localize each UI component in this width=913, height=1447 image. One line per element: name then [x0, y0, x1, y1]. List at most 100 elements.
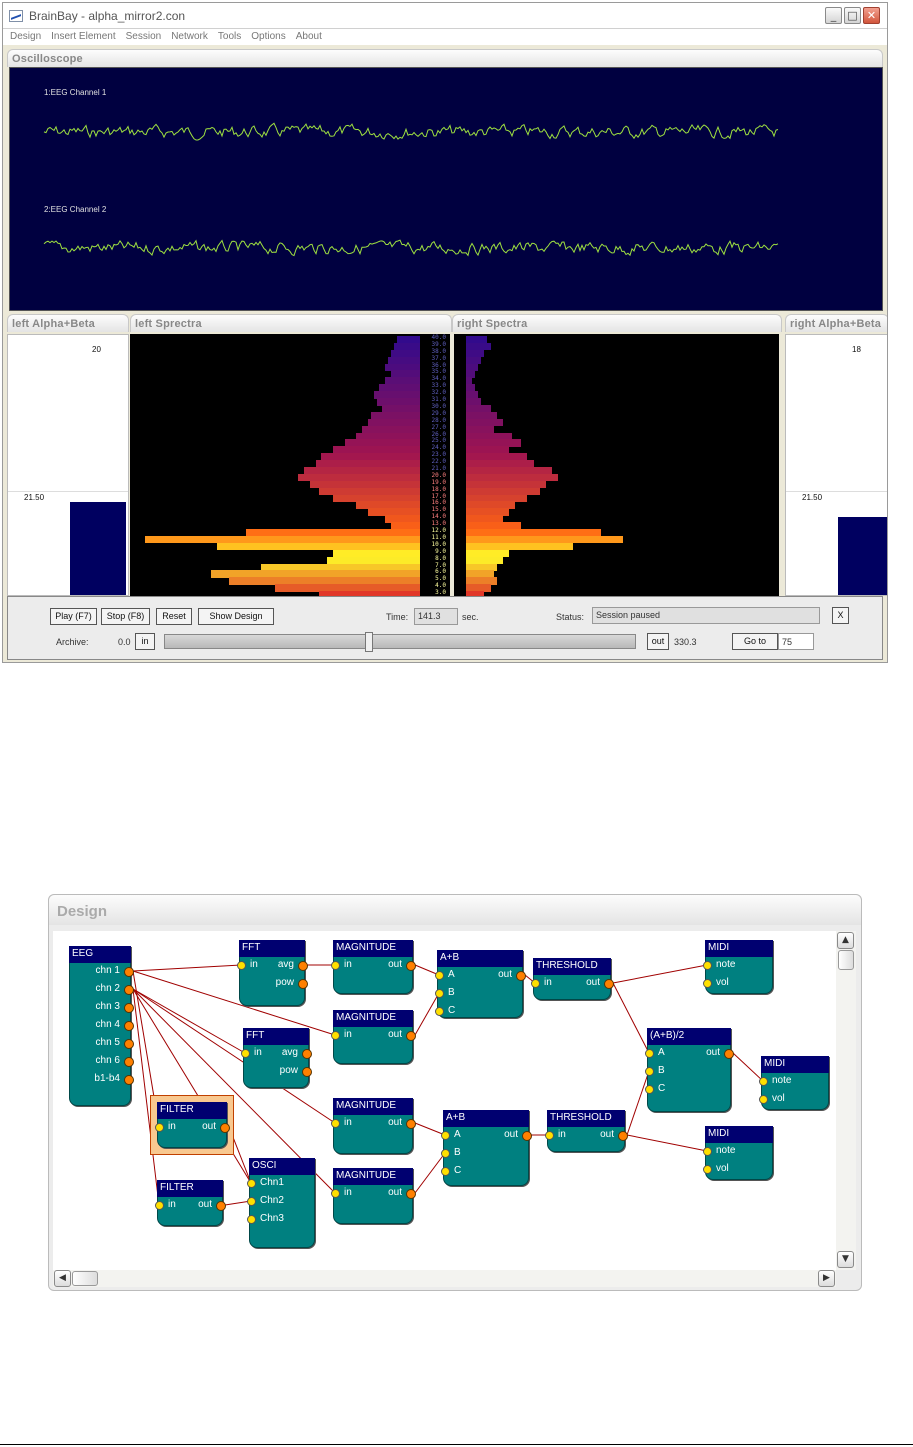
- output-port-icon[interactable]: [124, 985, 134, 995]
- horizontal-scroll-thumb[interactable]: [72, 1271, 98, 1286]
- output-port-icon[interactable]: [124, 1075, 134, 1085]
- node-mag4[interactable]: MAGNITUDE in out: [331, 1168, 416, 1224]
- input-port-icon[interactable]: [531, 979, 540, 988]
- output-port-icon[interactable]: [220, 1123, 230, 1133]
- input-port-icon[interactable]: [645, 1067, 654, 1076]
- scroll-right-button[interactable]: ▶: [818, 1270, 835, 1287]
- node-midi3[interactable]: MIDI note vol: [703, 1126, 773, 1180]
- input-port-icon[interactable]: [435, 989, 444, 998]
- node-midi2[interactable]: MIDI note vol: [759, 1056, 829, 1110]
- node-mag3[interactable]: MAGNITUDE in out: [331, 1098, 416, 1154]
- node-filter1[interactable]: FILTER in out: [155, 1102, 230, 1148]
- menu-about[interactable]: About: [296, 29, 322, 45]
- node-mag1[interactable]: MAGNITUDE in out: [331, 940, 416, 994]
- output-port-icon[interactable]: [724, 1049, 734, 1059]
- archive-out-button[interactable]: out: [647, 633, 669, 650]
- node-filter2[interactable]: FILTER in out: [155, 1180, 226, 1226]
- left-spectra-title: left Sprectra: [130, 314, 452, 332]
- menu-tools[interactable]: Tools: [218, 29, 241, 45]
- horizontal-scrollbar[interactable]: ◀ ▶: [53, 1270, 836, 1287]
- menu-session[interactable]: Session: [126, 29, 162, 45]
- status-close-button[interactable]: X: [832, 607, 849, 624]
- input-port-icon[interactable]: [645, 1085, 654, 1094]
- output-port-icon[interactable]: [406, 1189, 416, 1199]
- output-port-icon[interactable]: [618, 1131, 628, 1141]
- scroll-up-button[interactable]: ▲: [837, 932, 854, 949]
- input-port-icon[interactable]: [441, 1167, 450, 1176]
- node-sum1[interactable]: A+B A B Cout: [435, 950, 526, 1018]
- show-design-button[interactable]: Show Design: [198, 608, 274, 625]
- output-port-icon[interactable]: [298, 979, 308, 989]
- input-port-icon[interactable]: [441, 1149, 450, 1158]
- node-mag2[interactable]: MAGNITUDE in out: [331, 1010, 416, 1064]
- node-fft2[interactable]: FFT in avg pow: [241, 1028, 312, 1088]
- output-port-icon[interactable]: [298, 961, 308, 971]
- input-port-icon[interactable]: [331, 1031, 340, 1040]
- archive-slider[interactable]: [164, 632, 636, 652]
- menu-options[interactable]: Options: [251, 29, 285, 45]
- menu-insert-element[interactable]: Insert Element: [51, 29, 115, 45]
- design-canvas[interactable]: EEG chn 1 chn 2 chn 3 chn 4 chn 5 chn 6 b1-b4 FF…: [53, 931, 836, 1270]
- maximize-button[interactable]: □: [844, 7, 861, 24]
- output-port-icon[interactable]: [406, 1031, 416, 1041]
- output-port-icon[interactable]: [406, 961, 416, 971]
- close-button[interactable]: ✕: [863, 7, 880, 24]
- node-thr1[interactable]: THRESHOLD in out: [531, 958, 614, 1000]
- input-port-icon[interactable]: [331, 1119, 340, 1128]
- output-port-icon[interactable]: [124, 1003, 134, 1013]
- node-osci[interactable]: OSCI Chn1 Chn2 Chn3: [247, 1158, 315, 1248]
- stop-button[interactable]: Stop (F8): [101, 608, 150, 625]
- input-port-icon[interactable]: [435, 971, 444, 980]
- output-port-icon[interactable]: [604, 979, 614, 989]
- input-port-icon[interactable]: [703, 1165, 712, 1174]
- output-port-icon[interactable]: [302, 1049, 312, 1059]
- node-midi1[interactable]: MIDI note vol: [703, 940, 773, 994]
- input-port-icon[interactable]: [237, 961, 246, 970]
- input-port-icon[interactable]: [441, 1131, 450, 1140]
- output-port-icon[interactable]: [124, 1039, 134, 1049]
- node-fft1[interactable]: FFT in avg pow: [237, 940, 308, 1006]
- output-port-icon[interactable]: [124, 1057, 134, 1067]
- scroll-left-button[interactable]: ◀: [54, 1270, 71, 1287]
- output-port-icon[interactable]: [406, 1119, 416, 1129]
- archive-in-button[interactable]: in: [135, 633, 155, 650]
- vertical-scroll-thumb[interactable]: [838, 950, 854, 970]
- input-port-icon[interactable]: [645, 1049, 654, 1058]
- input-port-icon[interactable]: [155, 1123, 164, 1132]
- input-port-icon[interactable]: [759, 1095, 768, 1104]
- node-avg[interactable]: (A+B)/2 A B Cout: [645, 1028, 734, 1112]
- input-port-icon[interactable]: [331, 1189, 340, 1198]
- output-port-icon[interactable]: [124, 1021, 134, 1031]
- input-port-icon[interactable]: [247, 1197, 256, 1206]
- input-port-icon[interactable]: [759, 1077, 768, 1086]
- minimize-button[interactable]: _: [825, 7, 842, 24]
- input-port-icon[interactable]: [247, 1179, 256, 1188]
- archive-slider-thumb[interactable]: [364, 632, 373, 652]
- input-port-icon[interactable]: [703, 1147, 712, 1156]
- input-port-icon[interactable]: [435, 1007, 444, 1016]
- output-port-icon[interactable]: [302, 1067, 312, 1077]
- output-port-icon[interactable]: [516, 971, 526, 981]
- menu-network[interactable]: Network: [171, 29, 208, 45]
- node-eeg[interactable]: EEG chn 1 chn 2 chn 3 chn 4 chn 5 chn 6 b1-b4: [69, 946, 134, 1106]
- play-button[interactable]: Play (F7): [50, 608, 97, 625]
- input-port-icon[interactable]: [703, 961, 712, 970]
- goto-button[interactable]: Go to: [732, 633, 778, 650]
- eeg-trace-channel-1: [43, 122, 779, 141]
- output-port-icon[interactable]: [124, 967, 134, 977]
- vertical-scrollbar[interactable]: ▲ ▼: [836, 931, 856, 1270]
- input-port-icon[interactable]: [545, 1131, 554, 1140]
- node-sum2[interactable]: A+B A B Cout: [441, 1110, 532, 1186]
- output-port-icon[interactable]: [216, 1201, 226, 1211]
- scroll-down-button[interactable]: ▼: [837, 1251, 854, 1268]
- reset-button[interactable]: Reset: [156, 608, 192, 625]
- goto-input[interactable]: [778, 633, 814, 650]
- input-port-icon[interactable]: [331, 961, 340, 970]
- input-port-icon[interactable]: [241, 1049, 250, 1058]
- input-port-icon[interactable]: [247, 1215, 256, 1224]
- input-port-icon[interactable]: [703, 979, 712, 988]
- node-thr2[interactable]: THRESHOLD in out: [545, 1110, 628, 1152]
- menu-design[interactable]: Design: [10, 29, 41, 45]
- output-port-icon[interactable]: [522, 1131, 532, 1141]
- input-port-icon[interactable]: [155, 1201, 164, 1210]
